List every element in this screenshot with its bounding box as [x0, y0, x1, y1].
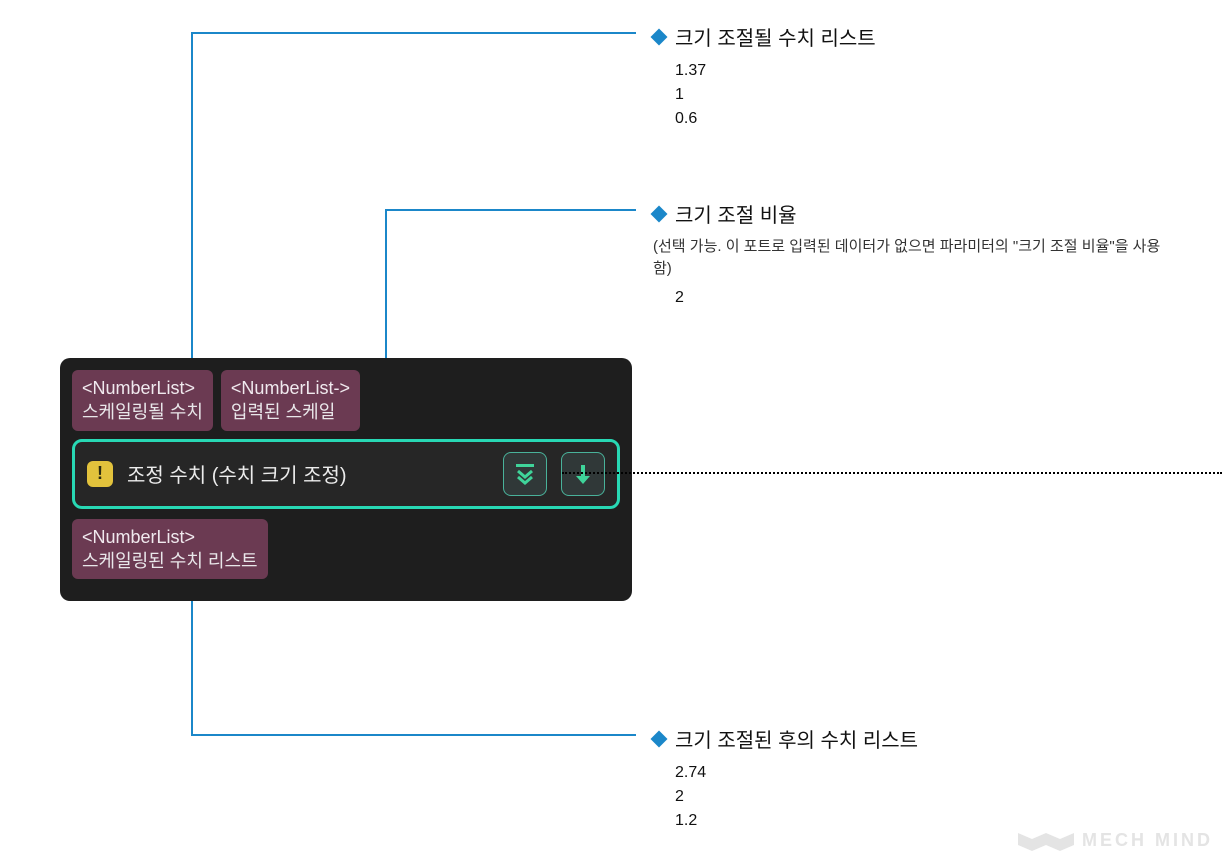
- input-ports-row: <NumberList> 스케일링될 수치 <NumberList-> 입력된 …: [72, 370, 620, 431]
- annotation-values: 2.74 2 1.2: [675, 761, 1173, 833]
- port-label: 스케일링될 수치: [82, 400, 203, 424]
- node-title: 조정 수치 (수치 크기 조정): [127, 459, 489, 488]
- watermark-text: MECH MIND: [1082, 830, 1213, 851]
- output-ports-row: <NumberList> 스케일링된 수치 리스트: [72, 519, 620, 580]
- annotation-title: 크기 조절될 수치 리스트: [675, 22, 876, 51]
- port-type-label: <NumberList>: [82, 376, 203, 400]
- annotation-output-list: 크기 조절된 후의 수치 리스트 2.74 2 1.2: [653, 724, 1173, 833]
- annotation-values: 2: [675, 286, 1173, 310]
- node-title-bar[interactable]: ! 조정 수치 (수치 크기 조정): [72, 439, 620, 509]
- annotation-values: 1.37 1 0.6: [675, 59, 1173, 131]
- logo-icon: [1018, 829, 1074, 851]
- diamond-marker-icon: [651, 28, 668, 45]
- annotation-scale: 크기 조절 비율 (선택 가능. 이 포트로 입력된 데이터가 없으면 파라미터…: [653, 199, 1173, 310]
- double-chevron-down-icon: [513, 462, 537, 486]
- watermark: MECH MIND: [1018, 829, 1213, 851]
- divider-dotted: [562, 472, 1222, 474]
- expand-down-button[interactable]: [503, 452, 547, 496]
- diamond-marker-icon: [651, 205, 668, 222]
- port-type-label: <NumberList->: [231, 376, 350, 400]
- diamond-marker-icon: [651, 730, 668, 747]
- scale-values-node: <NumberList> 스케일링될 수치 <NumberList-> 입력된 …: [60, 358, 632, 601]
- annotation-subtitle: (선택 가능. 이 포트로 입력된 데이터가 없으면 파라미터의 "크기 조절 …: [653, 236, 1173, 280]
- annotation-title: 크기 조절된 후의 수치 리스트: [675, 724, 918, 753]
- warning-icon: !: [87, 461, 113, 487]
- output-port-scaled-list[interactable]: <NumberList> 스케일링된 수치 리스트: [72, 519, 268, 580]
- port-type-label: <NumberList>: [82, 525, 258, 549]
- input-port-number-list[interactable]: <NumberList> 스케일링될 수치: [72, 370, 213, 431]
- annotation-title: 크기 조절 비율: [675, 199, 797, 228]
- port-label: 입력된 스케일: [231, 400, 350, 424]
- annotation-input-list: 크기 조절될 수치 리스트 1.37 1 0.6: [653, 22, 1173, 131]
- port-label: 스케일링된 수치 리스트: [82, 549, 258, 573]
- input-port-scale[interactable]: <NumberList-> 입력된 스케일: [221, 370, 360, 431]
